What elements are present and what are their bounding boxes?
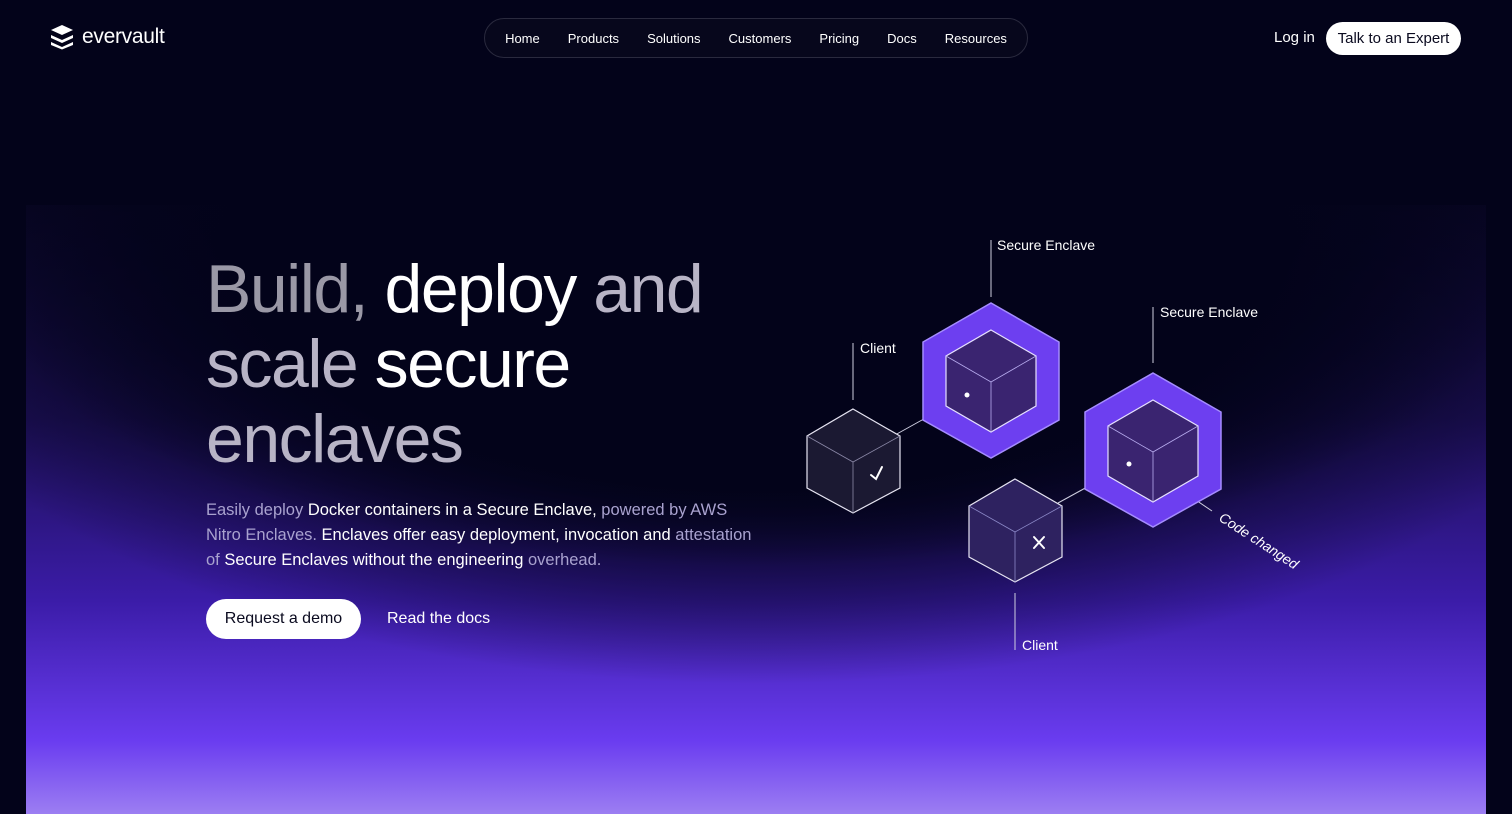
headline-part: Build, — [206, 251, 385, 327]
brand-name: evervault — [82, 25, 165, 48]
hero-subtitle: Easily deploy Docker containers in a Sec… — [206, 498, 766, 573]
headline-part: enclaves — [206, 401, 464, 477]
nav-item-solutions[interactable]: Solutions — [633, 31, 714, 46]
request-demo-button[interactable]: Request a demo — [206, 599, 361, 639]
enclave-diagram: Secure Enclave Secure Enclave Client Cli… — [806, 237, 1302, 653]
nav-item-products[interactable]: Products — [554, 31, 633, 46]
read-docs-link[interactable]: Read the docs — [387, 610, 490, 628]
talk-to-expert-button[interactable]: Talk to an Expert — [1326, 22, 1461, 55]
evervault-stack-icon — [51, 25, 73, 50]
headline-part: scale — [206, 326, 375, 402]
secure-enclave-node — [922, 302, 1060, 459]
label-client: Client — [1022, 637, 1058, 653]
nav-item-resources[interactable]: Resources — [931, 31, 1021, 46]
headline-part: and — [575, 251, 703, 327]
secure-enclave-node — [1084, 372, 1222, 528]
client-node — [968, 478, 1063, 583]
label-secure-enclave: Secure Enclave — [997, 237, 1095, 253]
headline-part: deploy — [384, 251, 578, 327]
subtitle-part: overhead. — [523, 551, 602, 569]
label-code-changed: Code changed — [1216, 509, 1302, 573]
subtitle-part: Docker containers in a Secure Enclave, — [307, 501, 597, 519]
page: evervault Home Products Solutions Custom… — [0, 0, 1512, 814]
nav-item-customers[interactable]: Customers — [715, 31, 806, 46]
headline-part: secure — [374, 326, 572, 402]
subtitle-part: Enclaves offer easy deployment, invocati… — [321, 526, 671, 544]
subtitle-part: Secure Enclaves without the engineering — [224, 551, 524, 569]
nav-item-docs[interactable]: Docs — [873, 31, 931, 46]
login-link[interactable]: Log in — [1274, 29, 1315, 46]
subtitle-part: Easily deploy — [206, 501, 308, 519]
site-header: evervault Home Products Solutions Custom… — [0, 0, 1512, 76]
hero-headline: Build, deploy and scale secure enclaves — [206, 252, 806, 477]
client-node — [806, 408, 901, 514]
nav-item-home[interactable]: Home — [491, 31, 554, 46]
nav-item-pricing[interactable]: Pricing — [805, 31, 873, 46]
label-client: Client — [860, 340, 896, 356]
main-nav: Home Products Solutions Customers Pricin… — [484, 18, 1028, 58]
label-secure-enclave: Secure Enclave — [1160, 304, 1258, 320]
brand-logo[interactable]: evervault — [50, 24, 165, 50]
